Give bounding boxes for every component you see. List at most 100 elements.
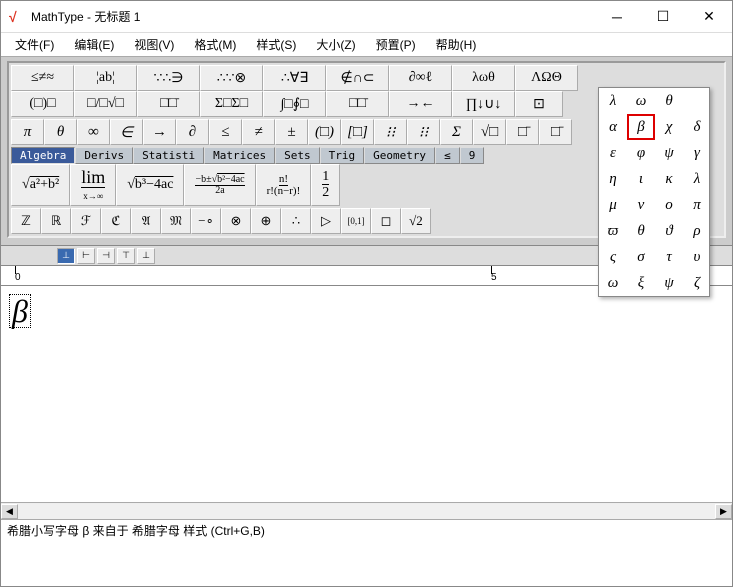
tab-sets[interactable]: Sets bbox=[275, 147, 320, 164]
palette-operators[interactable]: ∴∵⊗ bbox=[200, 65, 263, 91]
greek-letter-η[interactable]: η bbox=[599, 166, 627, 192]
greek-letter-ξ[interactable]: ξ bbox=[627, 270, 655, 296]
greek-letter-ω[interactable]: ω bbox=[599, 270, 627, 296]
btool-a[interactable]: 𝔄 bbox=[131, 208, 161, 234]
sym-bar1[interactable]: □̄ bbox=[506, 119, 539, 145]
tmpl-half[interactable]: 12 bbox=[311, 164, 340, 206]
greek-letter-θ[interactable]: θ bbox=[655, 88, 683, 114]
palette-relations[interactable]: ≤≠≈ bbox=[11, 65, 74, 91]
greek-letter-υ[interactable]: υ bbox=[683, 244, 711, 270]
btool-otimes[interactable]: ⊗ bbox=[221, 208, 251, 234]
greek-letter-ψ[interactable]: ψ bbox=[655, 140, 683, 166]
tab-matrices[interactable]: Matrices bbox=[204, 147, 275, 164]
palette-arrows[interactable]: ∴∀∃ bbox=[263, 65, 326, 91]
greek-letter-φ[interactable]: φ bbox=[627, 140, 655, 166]
maximize-button[interactable]: ☐ bbox=[640, 1, 686, 32]
tab-derivs[interactable]: Derivs bbox=[75, 147, 133, 164]
palette-products[interactable]: ∏↓∪↓ bbox=[452, 91, 515, 117]
palette-settheory[interactable]: ∂∞ℓ bbox=[389, 65, 452, 91]
sym-pm[interactable]: ± bbox=[275, 119, 308, 145]
tmpl-combination[interactable]: n!r!(n−r)! bbox=[256, 164, 312, 206]
equation-editor[interactable]: β bbox=[1, 286, 732, 502]
btool-compose[interactable]: −∘ bbox=[191, 208, 221, 234]
greek-letter-μ[interactable]: μ bbox=[599, 192, 627, 218]
greek-letter-ζ[interactable]: ζ bbox=[683, 270, 711, 296]
scroll-right[interactable]: ▶ bbox=[715, 504, 732, 519]
greek-letter-λ[interactable]: λ bbox=[599, 88, 627, 114]
greek-letter-ε[interactable]: ε bbox=[599, 140, 627, 166]
menu-file[interactable]: 文件(F) bbox=[5, 34, 64, 55]
btool-z[interactable]: ℤ bbox=[11, 208, 41, 234]
greek-letter-τ[interactable]: τ bbox=[655, 244, 683, 270]
sym-sigma[interactable]: Σ bbox=[440, 119, 473, 145]
greek-letter-γ[interactable]: γ bbox=[683, 140, 711, 166]
tab-trig[interactable]: Trig bbox=[320, 147, 365, 164]
sym-le[interactable]: ≤ bbox=[209, 119, 242, 145]
greek-letter-κ[interactable]: κ bbox=[655, 166, 683, 192]
scroll-track[interactable] bbox=[18, 504, 715, 519]
btool-m[interactable]: 𝔐 bbox=[161, 208, 191, 234]
tmpl-sqrt-disc[interactable]: √b³−4ac bbox=[116, 164, 184, 206]
menu-view[interactable]: 视图(V) bbox=[124, 34, 184, 55]
btool-sqrt2[interactable]: √2 bbox=[401, 208, 431, 234]
sym-theta[interactable]: θ bbox=[44, 119, 77, 145]
palette-embellish[interactable]: ∵∴∋ bbox=[137, 65, 200, 91]
greek-letter-ϑ[interactable]: ϑ bbox=[655, 218, 683, 244]
sym-pi[interactable]: π bbox=[11, 119, 44, 145]
greek-letter-ψ[interactable]: ψ bbox=[655, 270, 683, 296]
sym-sqrt[interactable]: √□ bbox=[473, 119, 506, 145]
btool-f[interactable]: ℱ bbox=[71, 208, 101, 234]
palette-fractions[interactable]: □/□√□ bbox=[74, 91, 137, 117]
tab-algebra[interactable]: Algebra bbox=[11, 147, 75, 164]
tmpl-quadratic[interactable]: −b±√b²−4ac2a bbox=[184, 164, 255, 206]
btool-r[interactable]: ℝ bbox=[41, 208, 71, 234]
greek-letter-λ[interactable]: λ bbox=[683, 166, 711, 192]
btool-oplus[interactable]: ⊕ bbox=[251, 208, 281, 234]
palette-bars[interactable]: □̄□̄ bbox=[326, 91, 389, 117]
greek-letter-θ[interactable]: θ bbox=[627, 218, 655, 244]
palette-greek-upper[interactable]: ΛΩΘ bbox=[515, 65, 578, 91]
menu-style[interactable]: 样式(S) bbox=[246, 34, 306, 55]
btool-interval[interactable]: [0,1] bbox=[341, 208, 371, 234]
tab-extra[interactable]: ≤ bbox=[435, 147, 460, 164]
greek-letter-α[interactable]: α bbox=[599, 114, 627, 140]
align-tool-3[interactable]: ⊣ bbox=[97, 248, 115, 264]
greek-letter-ι[interactable]: ι bbox=[627, 166, 655, 192]
menu-format[interactable]: 格式(M) bbox=[184, 34, 246, 55]
palette-subsup[interactable]: □̄□̄ bbox=[137, 91, 200, 117]
greek-letter-ρ[interactable]: ρ bbox=[683, 218, 711, 244]
sym-arrow[interactable]: → bbox=[143, 119, 176, 145]
sym-dots2[interactable]: ⁝⁝ bbox=[407, 119, 440, 145]
menu-help[interactable]: 帮助(H) bbox=[426, 34, 487, 55]
palette-integrals[interactable]: ∫□∮□ bbox=[263, 91, 326, 117]
greek-letter-π[interactable]: π bbox=[683, 192, 711, 218]
menu-size[interactable]: 大小(Z) bbox=[306, 34, 365, 55]
greek-letter-ω[interactable]: ω bbox=[627, 88, 655, 114]
sym-paren[interactable]: (□) bbox=[308, 119, 341, 145]
greek-letter-blank[interactable] bbox=[683, 88, 711, 114]
tmpl-lim[interactable]: limx→∞ bbox=[70, 164, 116, 206]
tmpl-sqrt-sum[interactable]: √a²+b² bbox=[11, 164, 70, 206]
sym-partial[interactable]: ∂ bbox=[176, 119, 209, 145]
palette-logical[interactable]: ∉∩⊂ bbox=[326, 65, 389, 91]
palette-misc[interactable]: λωθ bbox=[452, 65, 515, 91]
sym-bar2[interactable]: □̄ bbox=[539, 119, 572, 145]
close-button[interactable]: ✕ bbox=[686, 1, 732, 32]
palette-sums[interactable]: Σ□Σ□ bbox=[200, 91, 263, 117]
palette-fences[interactable]: (□)□ bbox=[11, 91, 74, 117]
menu-preset[interactable]: 预置(P) bbox=[366, 34, 426, 55]
greek-letter-ϖ[interactable]: ϖ bbox=[599, 218, 627, 244]
menu-edit[interactable]: 编辑(E) bbox=[64, 34, 124, 55]
align-tool-2[interactable]: ⊢ bbox=[77, 248, 95, 264]
greek-letter-ς[interactable]: ς bbox=[599, 244, 627, 270]
greek-letter-ν[interactable]: ν bbox=[627, 192, 655, 218]
align-tool-1[interactable]: ⊥ bbox=[57, 248, 75, 264]
greek-letter-δ[interactable]: δ bbox=[683, 114, 711, 140]
greek-letter-σ[interactable]: σ bbox=[627, 244, 655, 270]
palette-spaces[interactable]: ¦ab¦ bbox=[74, 65, 137, 91]
sym-ne[interactable]: ≠ bbox=[242, 119, 275, 145]
btool-therefore[interactable]: ∴ bbox=[281, 208, 311, 234]
palette-matrix[interactable]: ⊡ bbox=[515, 91, 563, 117]
btool-box[interactable]: ◻ bbox=[371, 208, 401, 234]
sym-dots1[interactable]: ⁝⁝ bbox=[374, 119, 407, 145]
